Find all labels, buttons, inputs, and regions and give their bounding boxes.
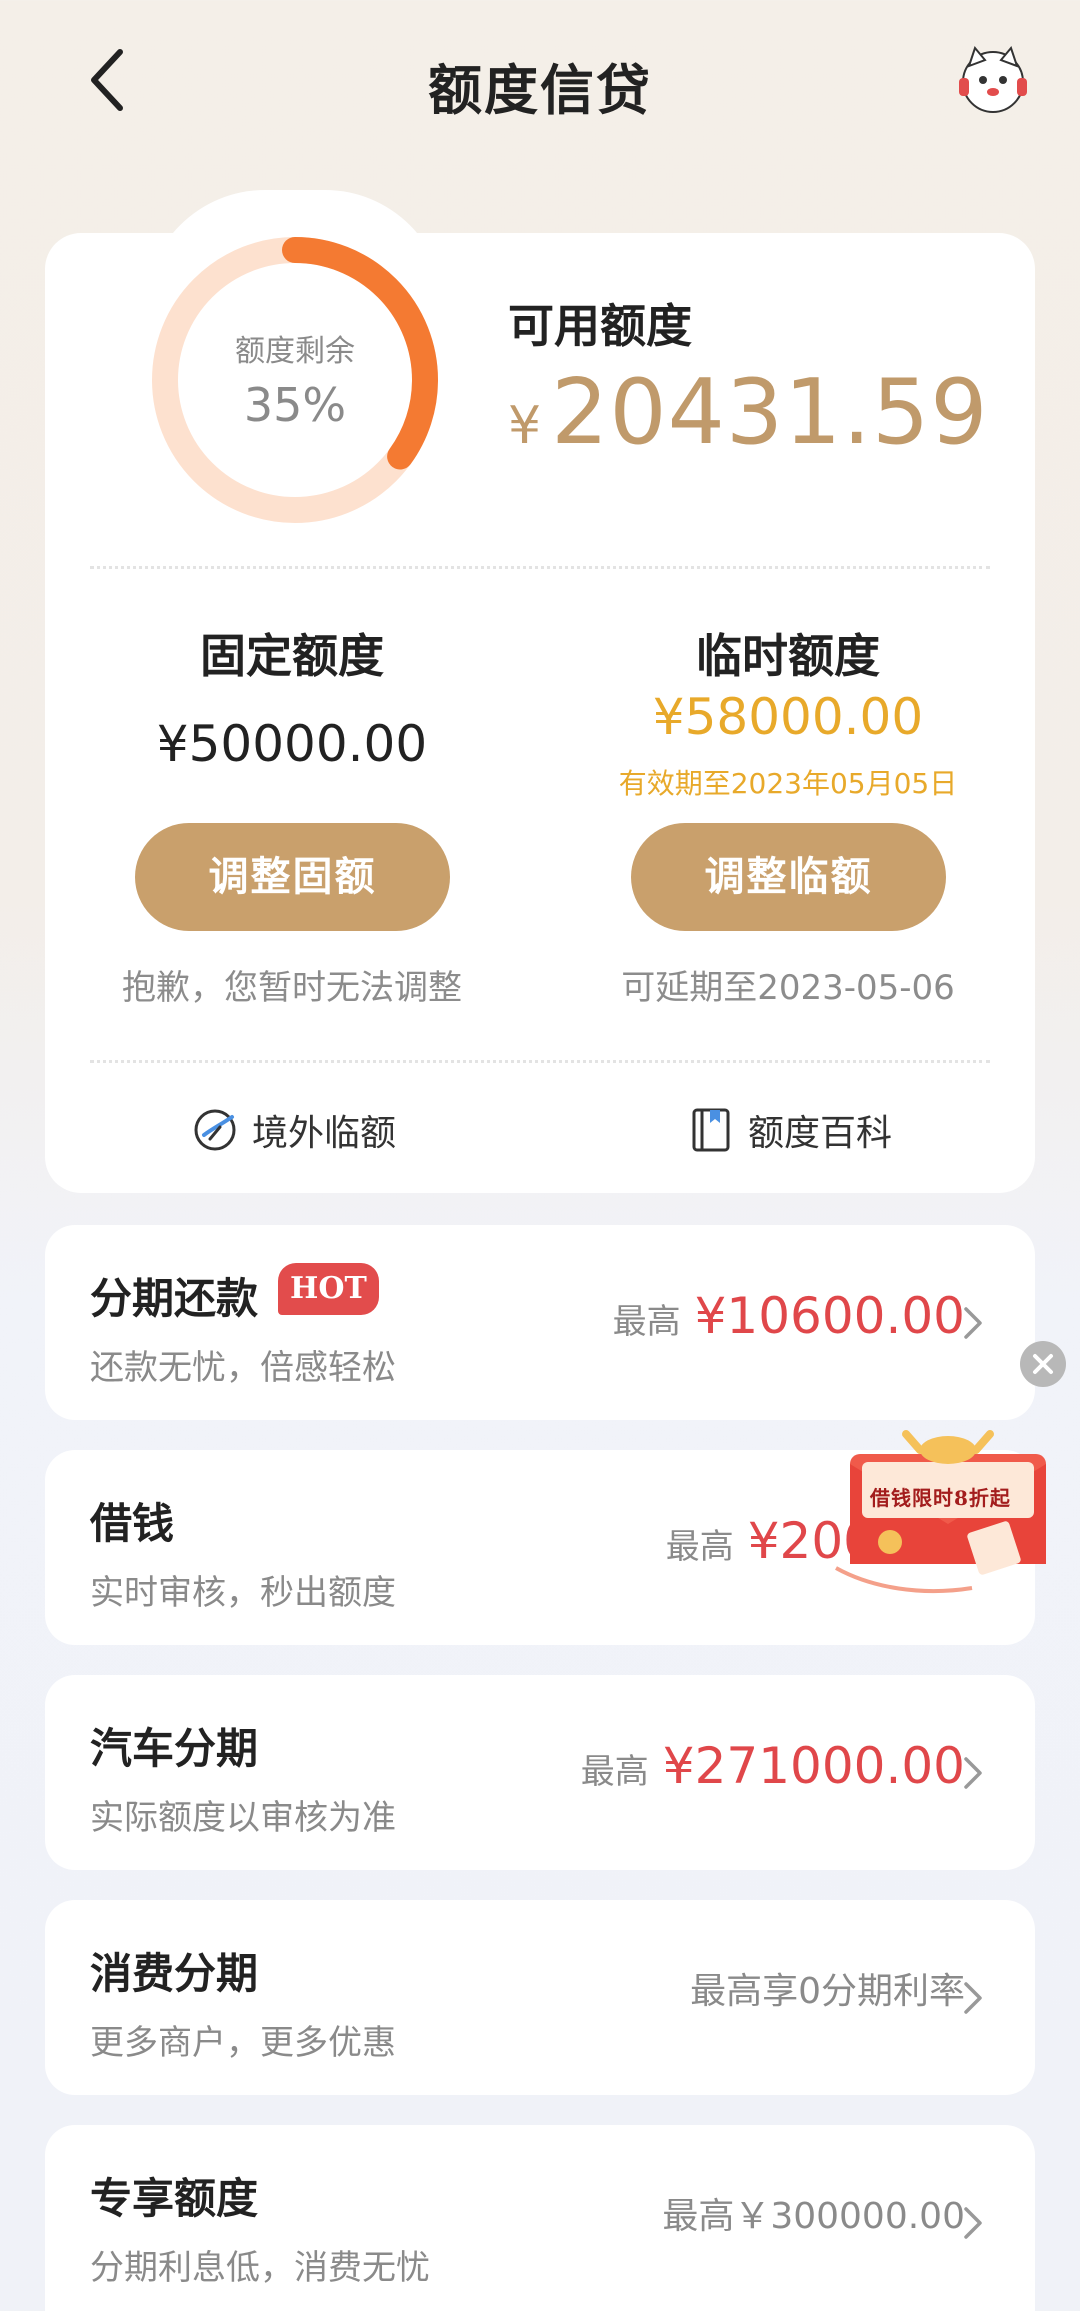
wiki-link-label: 额度百科	[748, 1113, 893, 1154]
header-bar: 额度信贷	[0, 0, 1080, 160]
list-item-consumer-installment[interactable]: 消费分期 更多商户，更多优惠 最高享0分期利率	[45, 1900, 1035, 2095]
mascot-avatar-icon[interactable]	[955, 42, 1031, 118]
adjust-temp-button[interactable]: 调整临额	[631, 823, 946, 931]
hot-badge: HOT	[278, 1263, 379, 1315]
list-item-subtitle: 还款无忧，倍感轻松	[90, 1348, 396, 1388]
available-amount: ¥20431.59	[508, 360, 989, 465]
divider	[90, 1060, 990, 1063]
list-item-max: 最高 ¥10600.00	[613, 1287, 965, 1345]
list-item-title: 借钱	[90, 1499, 175, 1548]
limit-wiki-link[interactable]: 额度百科	[686, 1100, 892, 1160]
list-item-subtitle: 实时审核，秒出额度	[90, 1573, 396, 1613]
list-item-installment-repay[interactable]: 分期还款 HOT 还款无忧，倍感轻松 最高 ¥10600.00	[45, 1225, 1035, 1420]
list-item-subtitle: 分期利息低，消费无忧	[90, 2248, 430, 2288]
ring-label: 额度剩余	[235, 334, 355, 369]
promo-text: 借钱限时8折起	[870, 1486, 1011, 1510]
divider	[90, 566, 990, 569]
max-prefix: 最高	[580, 1752, 649, 1792]
max-amount: ¥10600.00	[694, 1287, 965, 1345]
close-icon	[1033, 1354, 1053, 1374]
chevron-right-icon	[961, 2203, 985, 2243]
list-item-max: 最高 ¥271000.00	[581, 1737, 965, 1795]
list-item-exclusive-limit[interactable]: 专享额度 分期利息低，消费无忧 最高￥300000.00	[45, 2125, 1035, 2311]
fixed-limit-note: 抱歉，您暂时无法调整	[122, 968, 462, 1008]
overseas-temp-limit-link[interactable]: 境外临额	[190, 1100, 396, 1160]
fixed-limit-value: ¥50000.00	[156, 715, 428, 773]
temp-limit-validity: 有效期至2023年05月05日	[618, 767, 958, 800]
adjust-fixed-button[interactable]: 调整固额	[135, 823, 450, 931]
max-amount: 最高享0分期利率	[690, 1971, 965, 2012]
temp-limit-value: ¥58000.00	[652, 688, 924, 746]
list-item-max: 最高享0分期利率	[690, 1962, 965, 2014]
list-item-title: 专享额度	[90, 2174, 259, 2223]
chevron-right-icon	[961, 1303, 985, 1343]
red-envelope-promo-icon[interactable]	[832, 1428, 1080, 1608]
chevron-right-icon	[961, 1753, 985, 1793]
ring-value: 35%	[243, 378, 347, 432]
available-label: 可用额度	[508, 299, 692, 353]
chevron-right-icon	[961, 1978, 985, 2018]
list-item-title: 分期还款	[90, 1274, 259, 1323]
list-item-subtitle: 实际额度以审核为准	[90, 1798, 396, 1838]
currency-symbol: ¥	[508, 396, 542, 456]
max-amount: ¥271000.00	[662, 1737, 965, 1795]
available-amount-value: 20431.59	[551, 360, 989, 465]
compass-icon	[194, 1109, 236, 1151]
book-icon	[692, 1108, 730, 1152]
list-item-title: 消费分期	[90, 1949, 259, 1998]
list-item-car-installment[interactable]: 汽车分期 实际额度以审核为准 最高 ¥271000.00	[45, 1675, 1035, 1870]
overseas-link-label: 境外临额	[252, 1113, 397, 1154]
temp-limit-note: 可延期至2023-05-06	[621, 968, 955, 1008]
page-title: 额度信贷	[428, 59, 652, 122]
fixed-limit-title: 固定额度	[200, 629, 384, 683]
list-item-subtitle: 更多商户，更多优惠	[90, 2023, 396, 2063]
close-promo-button[interactable]	[1020, 1341, 1066, 1387]
max-amount: 最高￥300000.00	[662, 2196, 965, 2237]
max-prefix: 最高	[665, 1527, 734, 1567]
list-item-max: 最高￥300000.00	[662, 2187, 965, 2239]
temp-limit-title: 临时额度	[696, 629, 880, 683]
max-prefix: 最高	[612, 1302, 681, 1342]
list-item-title: 汽车分期	[90, 1724, 259, 1773]
